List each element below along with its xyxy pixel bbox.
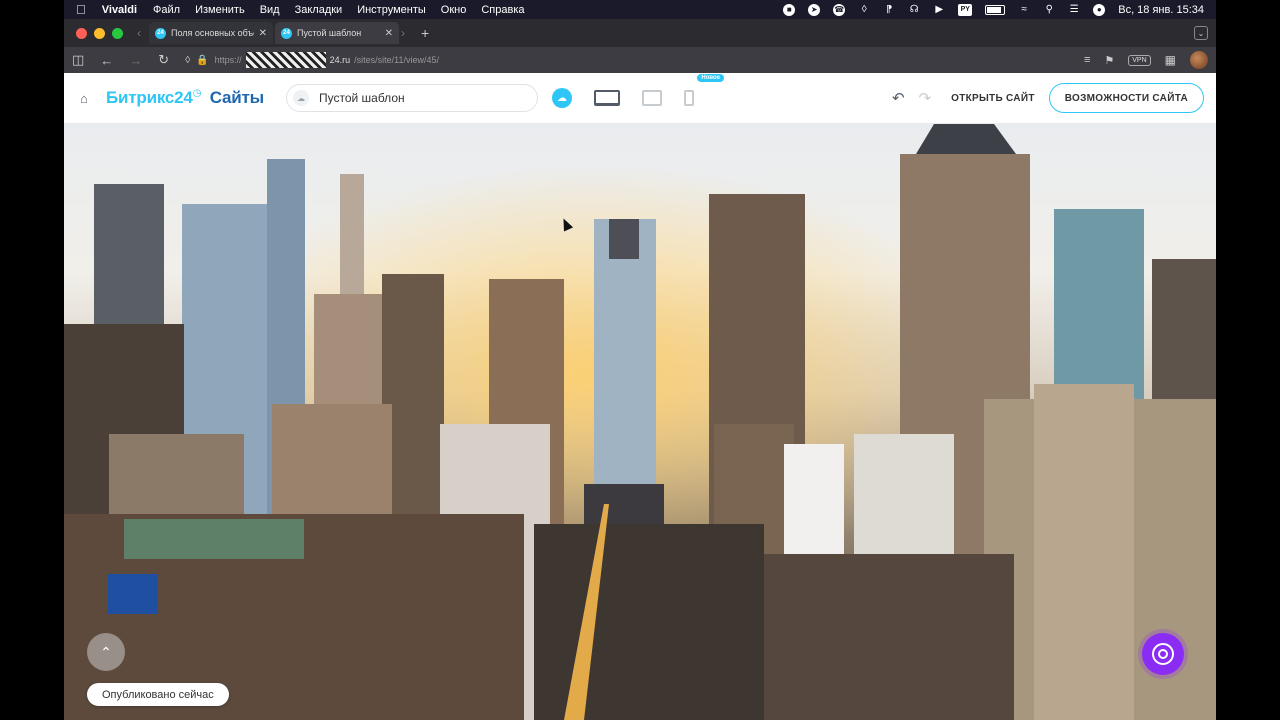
logo-sub: Сайты <box>209 88 264 107</box>
tab-forward-icon[interactable]: › <box>401 26 405 40</box>
tab-empty-template[interactable]: 24 Пустой шаблон ✕ <box>275 22 399 44</box>
search-icon[interactable]: ⚲ <box>1043 4 1055 16</box>
extensions-icon[interactable]: ▦ <box>1165 53 1176 67</box>
page-selector[interactable]: ☁ Пустой шаблон <box>285 84 538 112</box>
publish-status-badge[interactable]: Опубликовано сейчас <box>87 683 229 706</box>
browser-addressbar: ◫ ← → ↻ ◊ 🔒 https:// 24.ru/sites/site/11… <box>64 47 1216 73</box>
new-tab-button[interactable]: + <box>421 25 429 41</box>
tab-close-icon[interactable]: ✕ <box>385 28 393 39</box>
bluetooth-icon[interactable]: ⁋ <box>883 4 895 16</box>
site-features-button[interactable]: ВОЗМОЖНОСТИ САЙТА <box>1048 83 1204 113</box>
page-preview-icon: ☁ <box>292 90 309 106</box>
menubar-clock[interactable]: Вс, 18 янв. 15:34 <box>1118 4 1204 16</box>
city-skyline-illustration <box>64 124 1216 720</box>
messenger-icon[interactable]: ☎ <box>833 3 846 16</box>
reload-icon[interactable]: ↻ <box>158 52 169 68</box>
scroll-up-button[interactable]: ⌃ <box>87 633 125 671</box>
letterbox-left <box>0 0 64 720</box>
back-icon[interactable]: ← <box>100 53 113 68</box>
tablet-preview-icon[interactable] <box>641 90 662 106</box>
clock-mark-icon: ◷ <box>192 88 202 99</box>
tab-fields[interactable]: 24 Поля основных объек ✕ <box>149 22 273 44</box>
menu-help[interactable]: Справка <box>481 4 524 16</box>
record-icon[interactable]: ■ <box>783 3 796 16</box>
redo-icon[interactable]: ↷ <box>919 89 932 107</box>
url-redacted-block <box>245 52 326 68</box>
desktop-preview-icon[interactable] <box>593 90 620 106</box>
bitrix-favicon-icon: 24 <box>281 27 292 39</box>
window-controls <box>76 27 123 39</box>
bitrix-favicon-icon: 24 <box>155 27 166 39</box>
menu-file[interactable]: Файл <box>153 4 180 16</box>
chevron-up-icon: ⌃ <box>100 643 112 660</box>
menubar-app-name[interactable]: Vivaldi <box>102 4 137 16</box>
tab-label: Поля основных объек <box>171 28 254 38</box>
apple-icon[interactable]:  <box>76 2 86 17</box>
logo-main: Битрикс24 <box>106 88 193 107</box>
menu-view[interactable]: Вид <box>260 4 280 16</box>
hero-city-image <box>64 124 1216 720</box>
undo-icon[interactable]: ↶ <box>892 89 905 107</box>
lock-icon[interactable]: 🔒 <box>196 55 208 66</box>
site-editor-header: ⌂ Битрикс24◷ Сайты ☁ Пустой шаблон ☁ Нов… <box>64 73 1216 124</box>
url-field[interactable]: https:// 24.ru/sites/site/11/view/45/ <box>215 52 439 68</box>
browser-tabbar: ‹ 24 Поля основных объек ✕ 24 Пустой шаб… <box>64 19 1216 47</box>
mobile-preview-icon[interactable] <box>683 90 694 106</box>
input-language-icon[interactable]: PY <box>958 3 973 16</box>
widget-icon <box>1152 643 1174 665</box>
open-site-link[interactable]: ОТКРЫТЬ САЙТ <box>951 93 1035 104</box>
bitrix-sites-logo[interactable]: Битрикс24◷ Сайты <box>106 88 264 108</box>
tab-label: Пустой шаблон <box>297 28 362 38</box>
panel-toggle-icon[interactable]: ◫ <box>72 52 84 68</box>
close-window-button[interactable] <box>76 27 87 39</box>
macos-menubar:  Vivaldi Файл Изменить Вид Закладки Инс… <box>64 0 1216 19</box>
forward-icon[interactable]: → <box>129 53 142 68</box>
url-path: /sites/site/11/view/45/ <box>354 55 440 65</box>
letterbox-right <box>1216 0 1280 720</box>
battery-icon[interactable] <box>985 4 1006 15</box>
tab-list-chevron-icon[interactable]: ⌄ <box>1194 26 1208 40</box>
menu-bookmarks[interactable]: Закладки <box>295 4 343 16</box>
profile-avatar[interactable] <box>1190 51 1208 69</box>
menu-tools[interactable]: Инструменты <box>357 4 426 16</box>
page-name: Пустой шаблон <box>318 91 405 105</box>
tab-back-icon[interactable]: ‹ <box>137 26 141 40</box>
minimize-window-button[interactable] <box>94 27 105 39</box>
vpn-button[interactable]: VPN <box>1128 54 1151 66</box>
home-icon[interactable]: ⌂ <box>80 91 94 106</box>
telegram-icon[interactable]: ➤ <box>808 3 821 16</box>
cloud-icon[interactable]: ☁ <box>551 88 572 108</box>
tab-close-icon[interactable]: ✕ <box>259 28 267 39</box>
control-center-icon[interactable]: ☰ <box>1068 4 1080 16</box>
header-actions: ↶ ↷ ОТКРЫТЬ САЙТ ВОЗМОЖНОСТИ САЙТА <box>892 83 1204 113</box>
url-scheme: https:// <box>214 55 242 65</box>
headphones-icon[interactable]: ☊ <box>908 4 920 16</box>
new-badge: Новое <box>697 74 724 82</box>
menubar-status-area: ■ ➤ ☎ ◊ ⁋ ☊ ▶ PY ≈ ⚲ ☰ ● Вс, 18 янв. 15:… <box>783 3 1204 16</box>
play-icon[interactable]: ▶ <box>933 4 945 16</box>
siri-icon[interactable]: ● <box>1093 3 1106 16</box>
layers-icon[interactable]: ◊ <box>858 4 870 16</box>
bookmark-icon[interactable]: ⚑ <box>1104 54 1114 67</box>
zoom-window-button[interactable] <box>112 27 123 39</box>
menu-window[interactable]: Окно <box>441 4 467 16</box>
url-host: 24.ru <box>329 55 351 65</box>
menu-edit[interactable]: Изменить <box>195 4 245 16</box>
chat-widget-button[interactable] <box>1142 633 1184 675</box>
reader-view-icon[interactable]: ≡ <box>1084 54 1090 66</box>
wifi-icon[interactable]: ≈ <box>1018 4 1030 16</box>
addressbar-tools: ≡ ⚑ VPN ▦ <box>1084 51 1208 69</box>
device-switcher: ☁ Новое <box>551 74 724 108</box>
site-shield-icon[interactable]: ◊ <box>185 55 190 66</box>
